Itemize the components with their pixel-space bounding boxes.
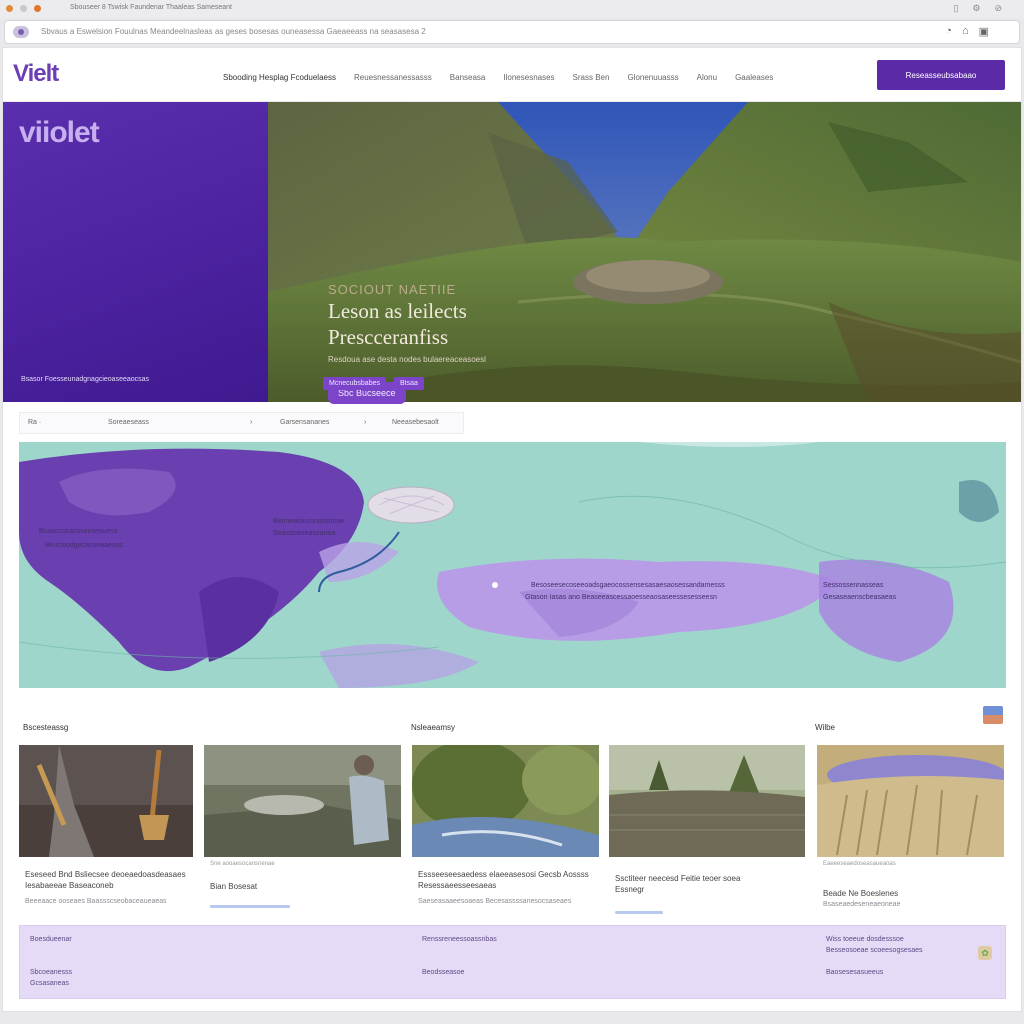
map-label-d2: Gesaseaenscbeasaeas: [823, 594, 897, 601]
minimize-window-icon[interactable]: [20, 5, 27, 12]
top-navigation: Vielt Sbooding Hesplag Fcoduelaess Reues…: [3, 48, 1021, 102]
gallery-section-label-3: Wilbe: [815, 723, 836, 732]
close-icon[interactable]: ⊘: [994, 3, 1002, 14]
gallery-card-1[interactable]: Eseseed Bnd Bsliecsee deoeaedoasdeasaes …: [19, 745, 193, 915]
nav-links: Sbooding Hesplag Fcoduelaess Reuesnessan…: [223, 73, 773, 82]
nav-link-2[interactable]: Reuesnessanessasss: [354, 73, 432, 82]
lavender-field-illustration: [817, 745, 1004, 857]
card-line-1: Beeeaace ooseaes Baassscseobaceaueaeas: [25, 898, 167, 905]
map-filter-1[interactable]: Ra ·: [28, 419, 41, 426]
card-progress-2: [210, 905, 290, 908]
browser-title-bar: Sbouseer 8 Tswisk Faundenar Thaaleas Sam…: [0, 0, 1024, 18]
card-line-5: Bsaseaedeseneaeoneae: [823, 901, 901, 908]
web-page: Vielt Sbooding Hesplag Fcoduelaess Reues…: [2, 47, 1022, 1012]
footer-col3-link[interactable]: Baosesesasueeus: [826, 967, 883, 978]
window-controls: ▯ ⚙ ⊘: [953, 3, 1002, 14]
chat-icon[interactable]: ✿: [978, 946, 992, 960]
map-label-d1[interactable]: Sessossennasseas: [823, 582, 883, 589]
nav-link-3[interactable]: Banseasa: [450, 73, 486, 82]
gallery-card-4[interactable]: Ssctiteer neecesd Feitie teoer soea Essn…: [609, 745, 805, 915]
hero-banner: viiolet Bsasor Foesseunadgnagcieoaseeaoc…: [3, 102, 1021, 404]
card-title-5[interactable]: Beade Ne Boeslenes: [823, 888, 1001, 899]
nav-link-7[interactable]: Alonu: [697, 73, 717, 82]
map-filter-separator-icon: ›: [364, 419, 367, 426]
gallery-card-3[interactable]: Essseeseesaedess elaeeasesosi Gecsb Aoss…: [412, 745, 599, 915]
nav-link-5[interactable]: Srass Ben: [573, 73, 610, 82]
world-map[interactable]: Bcaaccucasssensesuess Beucwodgecasoeaaes…: [19, 442, 1006, 688]
card-image-3: [412, 745, 599, 857]
footer-col1-link-1[interactable]: Sbcoeanesss: [30, 967, 72, 978]
nav-link-6[interactable]: Glonenuuasss: [627, 73, 678, 82]
footer-col1-heading[interactable]: Boesdueenar: [30, 934, 72, 945]
hero-logo: viiolet: [19, 116, 100, 149]
map-filter-4[interactable]: Neeasebesaolt: [392, 419, 439, 426]
card-line-3: Saeseasaaeesoaeas Becesassssanesocsaseae…: [418, 898, 572, 905]
map-label-c1[interactable]: Besoseesecoseeoadsgaeocossensesasaesaose…: [531, 582, 725, 589]
hero-tags: Mcnecubsbabes Btsaa: [323, 377, 424, 390]
hero-tag-1[interactable]: Mcnecubsbabes: [323, 377, 386, 390]
card-progress-4: [615, 911, 663, 914]
maximize-window-icon[interactable]: [34, 5, 41, 12]
footer-col1-link-2[interactable]: Gcsasaneas: [30, 978, 69, 989]
map-filter-bar: Ra · Soreaeseass › Garsensananes › Neeas…: [19, 412, 464, 434]
address-tools: ◔ ⌂ ▣: [945, 25, 989, 38]
forest-illustration: [412, 745, 599, 857]
map-label-b1[interactable]: Beoneaiousnnassonae: [273, 518, 344, 525]
gallery-section-label-1: Bscesteassg: [23, 723, 69, 732]
workshop-illustration: [204, 745, 401, 857]
map-filter-separator-icon: ›: [250, 419, 253, 426]
restore-icon[interactable]: ▯: [953, 3, 958, 14]
close-window-icon[interactable]: [6, 5, 13, 12]
card-image-5: [817, 745, 1004, 857]
footer-col3-line-1[interactable]: Wiss toeeue dosdesssoe: [826, 934, 904, 945]
card-title-1[interactable]: Eseseed Bnd Bsliecsee deoeaedoasdeasaes …: [25, 869, 190, 891]
cta-button[interactable]: Reseasseubsabaao: [877, 60, 1005, 90]
card-title-4[interactable]: Ssctiteer neecesd Feitie teoer soea Essn…: [615, 873, 765, 895]
nav-link-8[interactable]: Gaaleases: [735, 73, 773, 82]
footer-col2-heading[interactable]: Renssreneessoassnbas: [422, 934, 497, 945]
hero-title-line-2: Prescceranfiss: [328, 325, 449, 349]
card-meta-2: Sne aooaesocansnenae: [210, 861, 275, 867]
tab-title[interactable]: Sbouseer 8 Tswisk Faundenar Thaaleas Sam…: [70, 4, 232, 11]
address-bar[interactable]: Sbvaus a Eswelsion Fouulnas Meandeelnasl…: [4, 20, 1020, 44]
card-image-4: [609, 745, 805, 857]
card-title-2[interactable]: Bian Bosesat: [210, 881, 395, 892]
hero-kicker: SOCIOUT NAETIIE: [328, 282, 457, 297]
gallery-card-5[interactable]: Eaeeeseaedoseasaueaoas Beade Ne Boeslene…: [817, 745, 1004, 915]
hero-subtitle: Resdoua ase desta nodes bulaereaceasoesl: [328, 355, 486, 364]
brushes-illustration: [19, 745, 193, 857]
footer-col2-link[interactable]: Beodsseasoe: [422, 967, 464, 978]
site-info-icon[interactable]: [13, 26, 29, 38]
brand-logo[interactable]: Vielt: [13, 60, 59, 88]
card-image-1: [19, 745, 193, 857]
address-url[interactable]: Sbvaus a Eswelsion Fouulnas Meandeelnasl…: [41, 27, 426, 36]
footer-col3-line-2: Besseosoeae scoeesogsesaes: [826, 947, 923, 954]
gallery-section-label-2: Nsleaeamsy: [411, 723, 456, 732]
map-label-a1[interactable]: Bcaaccucasssensesuess: [39, 528, 117, 535]
nav-link-1[interactable]: Sbooding Hesplag Fcoduelaess: [223, 73, 336, 82]
nav-link-4[interactable]: Ilonesesnases: [503, 73, 554, 82]
map-label-c2: Gtason Iasas ano Beaseeascessaoesseaosas…: [525, 594, 717, 601]
card-title-3[interactable]: Essseeseesaedess elaeeasesosi Gecsb Aoss…: [418, 869, 596, 891]
extensions-icon[interactable]: ⌂: [962, 25, 969, 38]
gallery-image-icon[interactable]: [983, 706, 1003, 724]
bookmark-icon[interactable]: ◔: [945, 25, 952, 38]
profile-icon[interactable]: ▣: [979, 25, 989, 38]
hero-side-footer[interactable]: Bsasor Foesseunadgnagcieoaseeaocsas: [21, 376, 149, 383]
map-filter-2[interactable]: Soreaeseass: [108, 419, 149, 426]
map-label-b2: Seasdoeoeaseanoa: [273, 530, 336, 537]
settings-icon[interactable]: ⚙: [972, 3, 980, 14]
map-label-a2: Beucwodgecasoeaaesas: [45, 542, 123, 549]
page-footer: Boesdueenar Sbcoeanesss Gcsasaneas Renss…: [19, 925, 1006, 999]
lake-illustration: [609, 745, 805, 857]
hero-title-line-1: Leson as leilects: [328, 299, 467, 323]
card-image-2: [204, 745, 401, 857]
gallery-card-2[interactable]: Sne aooaesocansnenae Bian Bosesat: [204, 745, 401, 915]
hero-tag-2[interactable]: Btsaa: [393, 377, 424, 390]
card-meta-5: Eaeeeseaedoseasaueaoas: [823, 861, 896, 867]
hero-side-panel: viiolet Bsasor Foesseunadgnagcieoaseeaoc…: [3, 102, 268, 402]
map-filter-3[interactable]: Garsensananes: [280, 419, 329, 426]
world-map-graphic: [19, 442, 1006, 688]
